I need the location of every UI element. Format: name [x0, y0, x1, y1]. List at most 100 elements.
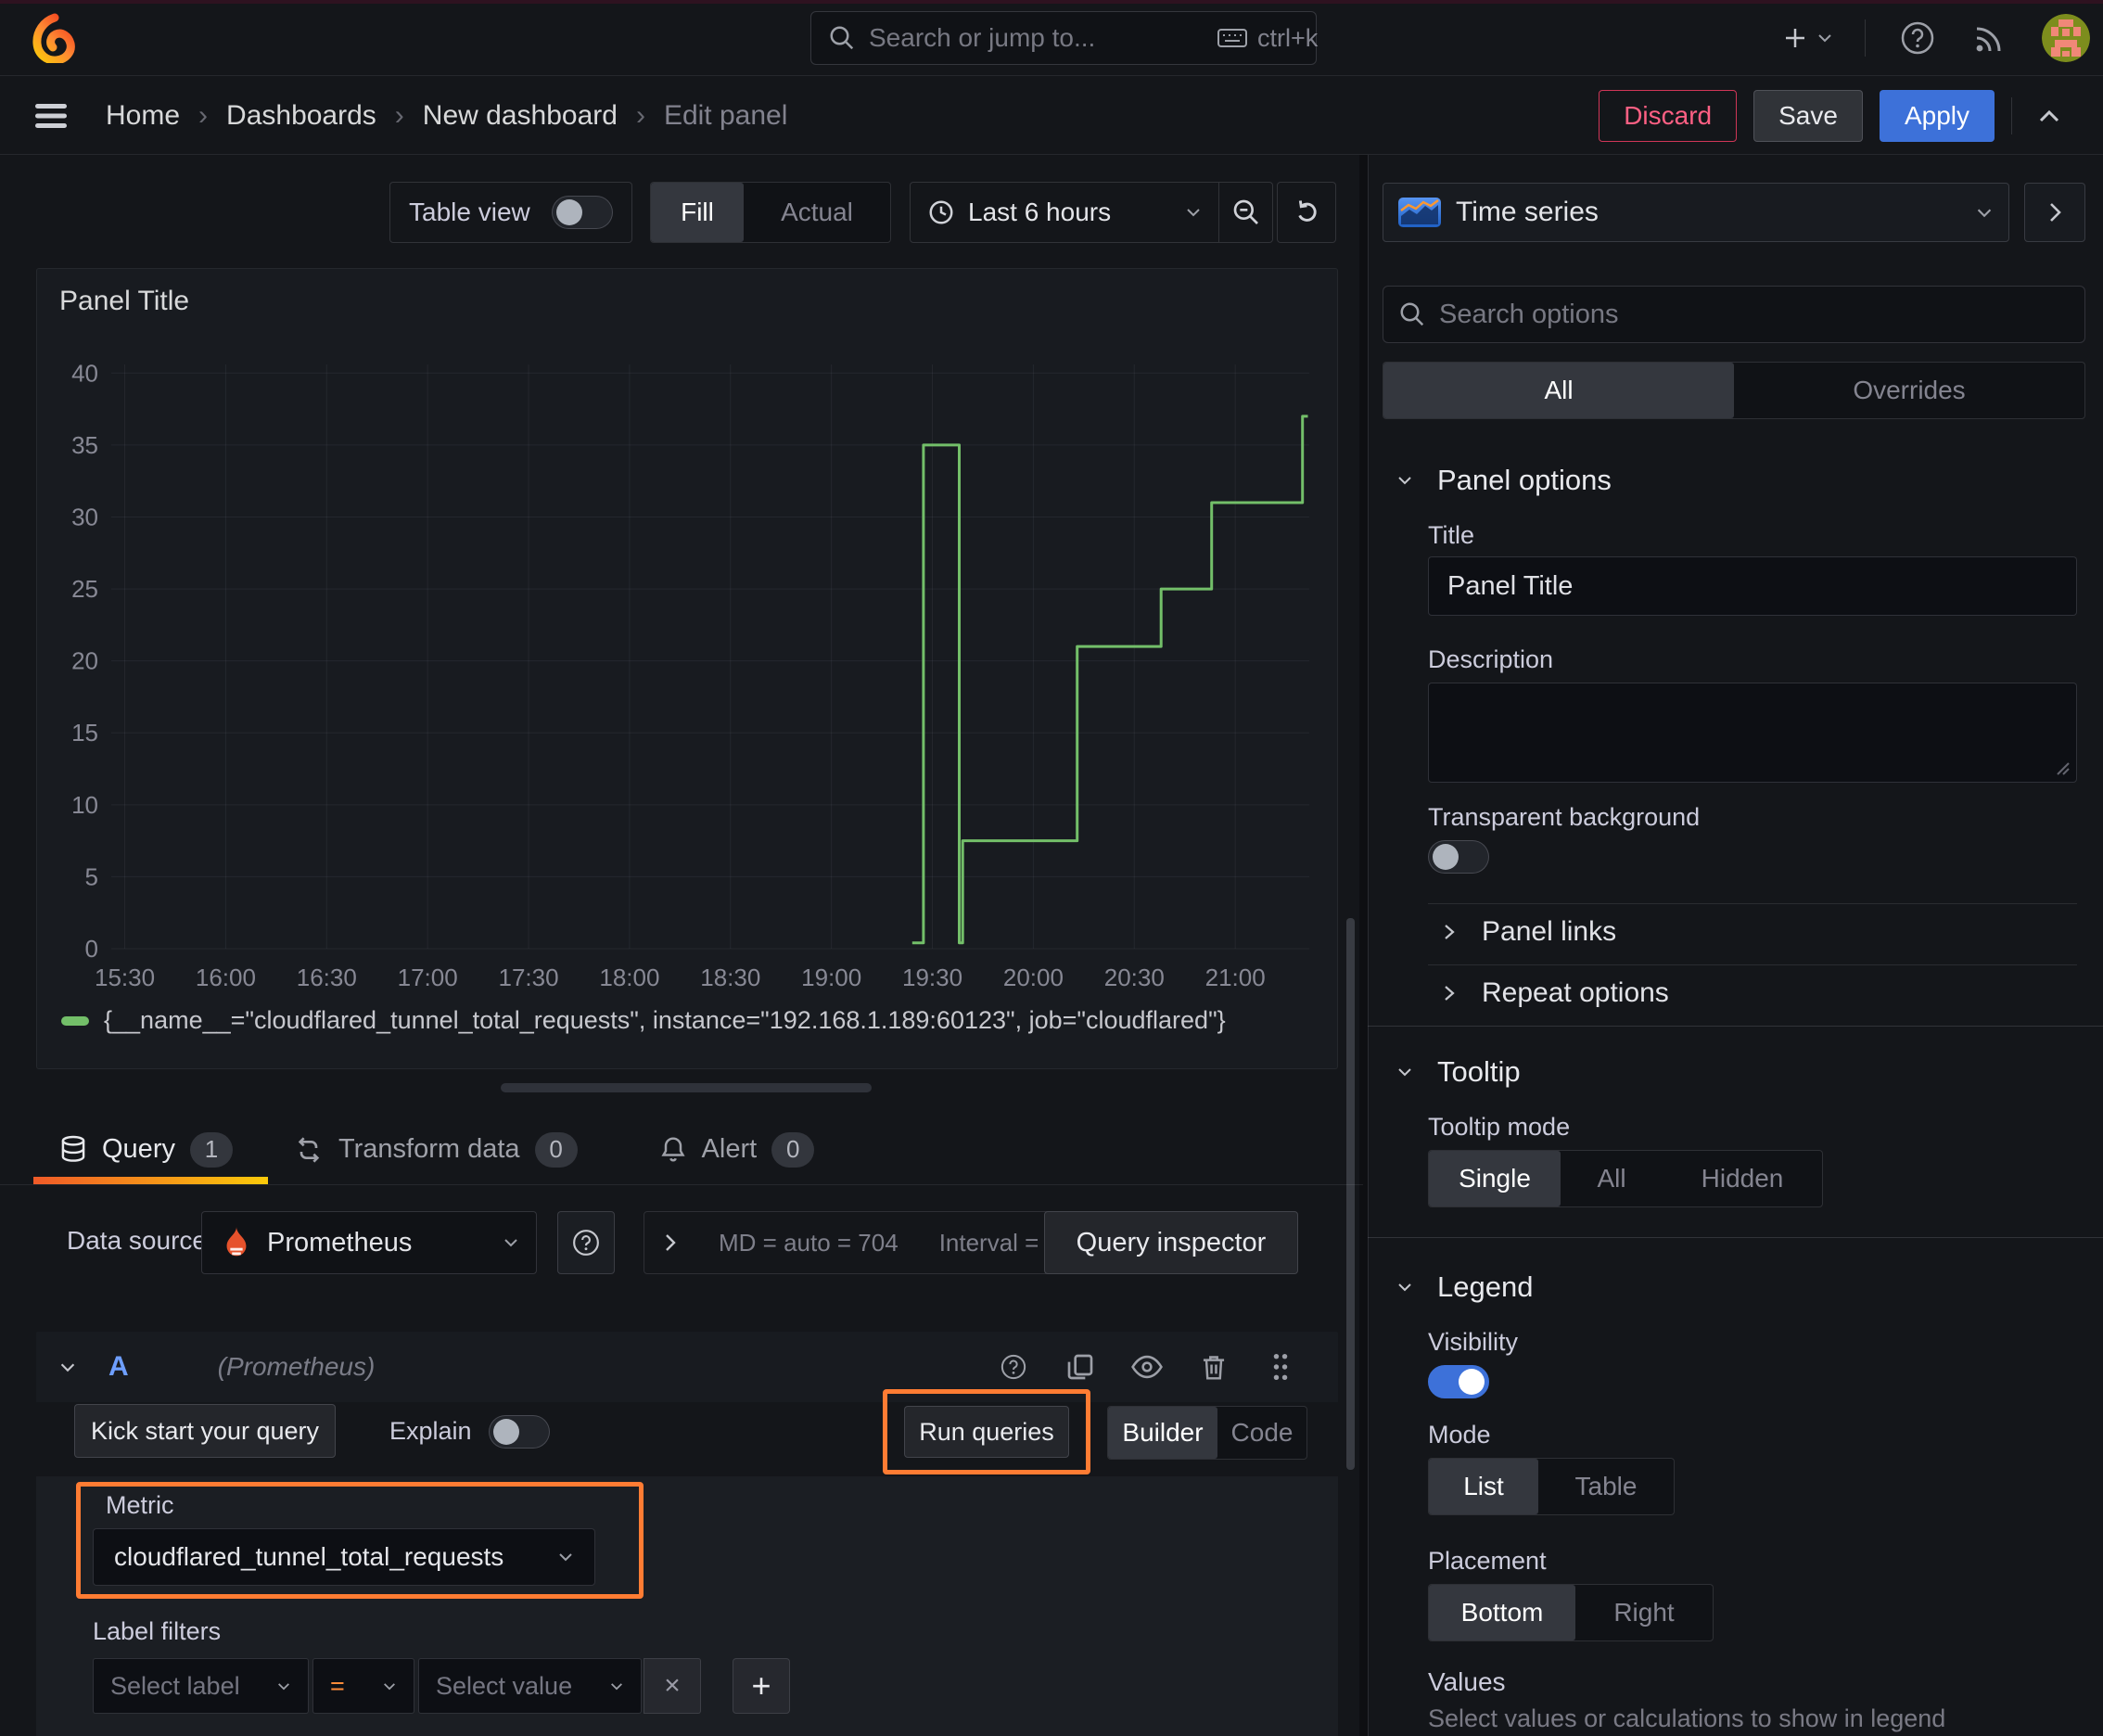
search-input[interactable] — [869, 23, 1204, 53]
actual-option[interactable]: Actual — [744, 183, 890, 242]
delete-query-icon[interactable] — [1193, 1347, 1234, 1387]
time-range-picker[interactable]: Last 6 hours — [911, 198, 1218, 227]
grafana-logo-icon[interactable] — [32, 13, 82, 63]
options-search[interactable] — [1383, 286, 2085, 343]
svg-text:17:30: 17:30 — [498, 964, 558, 991]
legend-section[interactable]: Legend — [1396, 1270, 1533, 1304]
chevron-down-icon — [1396, 1066, 1413, 1079]
transparent-background-toggle[interactable] — [1428, 840, 1489, 874]
breadcrumb-new-dashboard[interactable]: New dashboard — [423, 100, 618, 132]
svg-text:15:30: 15:30 — [95, 964, 155, 991]
description-label: Description — [1428, 645, 1554, 673]
fill-option[interactable]: Fill — [651, 183, 744, 242]
save-button[interactable]: Save — [1753, 89, 1863, 142]
breadcrumb-home[interactable]: Home — [106, 100, 180, 132]
datasource-help-button[interactable] — [557, 1211, 615, 1274]
query-ref-id[interactable]: A — [108, 1351, 129, 1383]
legend-values-label: Values — [1428, 1667, 1506, 1696]
tooltip-hidden-option[interactable]: Hidden — [1663, 1151, 1822, 1206]
pane-resize-handle[interactable] — [501, 1083, 872, 1092]
time-series-viz-icon — [1398, 198, 1441, 227]
global-search[interactable]: ctrl+k — [810, 11, 1318, 65]
builder-code-switch: Builder Code — [1107, 1406, 1307, 1460]
legend-series-name[interactable]: {__name__="cloudflared_tunnel_total_requ… — [104, 1006, 1226, 1035]
duplicate-query-icon[interactable] — [1060, 1347, 1101, 1387]
options-search-input[interactable] — [1439, 299, 2070, 330]
placement-right-option[interactable]: Right — [1575, 1585, 1713, 1640]
tab-transform-data[interactable]: Transform data 0 — [294, 1131, 578, 1168]
explain-toggle[interactable] — [489, 1415, 550, 1449]
title-input[interactable] — [1428, 556, 2077, 616]
scrollbar-thumb[interactable] — [1346, 918, 1355, 1470]
collapse-options-button[interactable] — [2029, 96, 2070, 136]
query-help-icon[interactable] — [993, 1347, 1034, 1387]
description-textarea[interactable] — [1428, 683, 2077, 783]
fill-actual-switch: Fill Actual — [650, 182, 891, 243]
repeat-options-section[interactable]: Repeat options — [1443, 977, 1669, 1009]
table-view-control: Table view — [389, 182, 632, 243]
run-queries-button[interactable]: Run queries — [904, 1406, 1069, 1458]
drag-handle-icon[interactable] — [1260, 1347, 1301, 1387]
code-option[interactable]: Code — [1217, 1407, 1306, 1459]
svg-text:19:30: 19:30 — [902, 964, 962, 991]
panel-links-section[interactable]: Panel links — [1443, 916, 1616, 948]
tooltip-section[interactable]: Tooltip — [1396, 1055, 1521, 1089]
news-rss-button[interactable] — [1969, 18, 2010, 58]
panel-options-section[interactable]: Panel options — [1396, 464, 1612, 497]
legend-list-option[interactable]: List — [1429, 1459, 1538, 1514]
keyboard-icon — [1217, 27, 1248, 49]
keyboard-shortcut: ctrl+k — [1217, 24, 1318, 53]
new-dropdown-button[interactable] — [1781, 24, 1833, 52]
tab-query[interactable]: Query 1 — [59, 1131, 233, 1168]
panel-title[interactable]: Panel Title — [59, 286, 189, 317]
add-filter-button[interactable]: + — [733, 1658, 790, 1714]
expand-viz-picker-button[interactable] — [2024, 183, 2085, 242]
editor-tabs: Query 1 Transform data 0 Alert 0 — [0, 1115, 1363, 1185]
legend-mode-label: Mode — [1428, 1421, 1491, 1449]
svg-text:15: 15 — [71, 719, 98, 747]
svg-text:17:00: 17:00 — [398, 964, 458, 991]
chevron-right-icon[interactable] — [663, 1232, 678, 1253]
placement-bottom-option[interactable]: Bottom — [1429, 1585, 1575, 1640]
time-series-chart[interactable]: 0 5 10 15 20 25 30 35 40 15:30 16:00 16:30 17:00 17:3… — [37, 334, 1339, 1002]
refresh-button[interactable] — [1277, 182, 1336, 243]
toggle-visibility-icon[interactable] — [1127, 1347, 1167, 1387]
help-button[interactable] — [1897, 18, 1938, 58]
tab-all[interactable]: All — [1383, 363, 1734, 418]
transparent-background-label: Transparent background — [1428, 803, 1701, 831]
datasource-picker[interactable]: Prometheus — [201, 1211, 537, 1274]
legend-table-option[interactable]: Table — [1538, 1459, 1674, 1514]
chevron-down-icon — [503, 1236, 519, 1249]
tooltip-all-option[interactable]: All — [1561, 1151, 1663, 1206]
remove-filter-button[interactable]: × — [644, 1658, 701, 1714]
tooltip-single-option[interactable]: Single — [1429, 1151, 1561, 1206]
section-divider — [1368, 1237, 2103, 1238]
select-value-dropdown[interactable]: Select value — [418, 1658, 642, 1714]
tab-overrides[interactable]: Overrides — [1734, 363, 2084, 418]
all-overrides-tabs: All Overrides — [1383, 362, 2085, 419]
divider — [1428, 964, 2077, 965]
breadcrumb-dashboards[interactable]: Dashboards — [226, 100, 376, 132]
select-label-dropdown[interactable]: Select label — [93, 1658, 309, 1714]
svg-text:21:00: 21:00 — [1205, 964, 1266, 991]
metric-select[interactable]: cloudflared_tunnel_total_requests — [93, 1528, 595, 1586]
menu-icon[interactable] — [33, 102, 69, 130]
kick-start-query-button[interactable]: Kick start your query — [74, 1404, 336, 1458]
discard-button[interactable]: Discard — [1599, 89, 1738, 142]
select-label-placeholder: Select label — [110, 1671, 240, 1700]
builder-option[interactable]: Builder — [1108, 1407, 1217, 1459]
collapse-chevron-icon[interactable] — [58, 1360, 77, 1374]
avatar[interactable] — [2042, 14, 2090, 62]
window-edge — [0, 0, 2103, 4]
resize-grip-icon[interactable] — [2054, 760, 2071, 776]
tab-alert[interactable]: Alert 0 — [659, 1131, 815, 1168]
table-view-toggle[interactable] — [552, 196, 613, 229]
repeat-options-label: Repeat options — [1482, 977, 1669, 1008]
zoom-out-button[interactable] — [1218, 183, 1272, 242]
apply-button[interactable]: Apply — [1879, 89, 1995, 142]
query-row-header[interactable]: A (Prometheus) — [36, 1332, 1338, 1402]
visualization-picker[interactable]: Time series — [1383, 183, 2009, 242]
operator-dropdown[interactable]: = — [312, 1658, 414, 1714]
legend-visibility-toggle[interactable] — [1428, 1365, 1489, 1398]
query-inspector-button[interactable]: Query inspector — [1044, 1211, 1298, 1274]
